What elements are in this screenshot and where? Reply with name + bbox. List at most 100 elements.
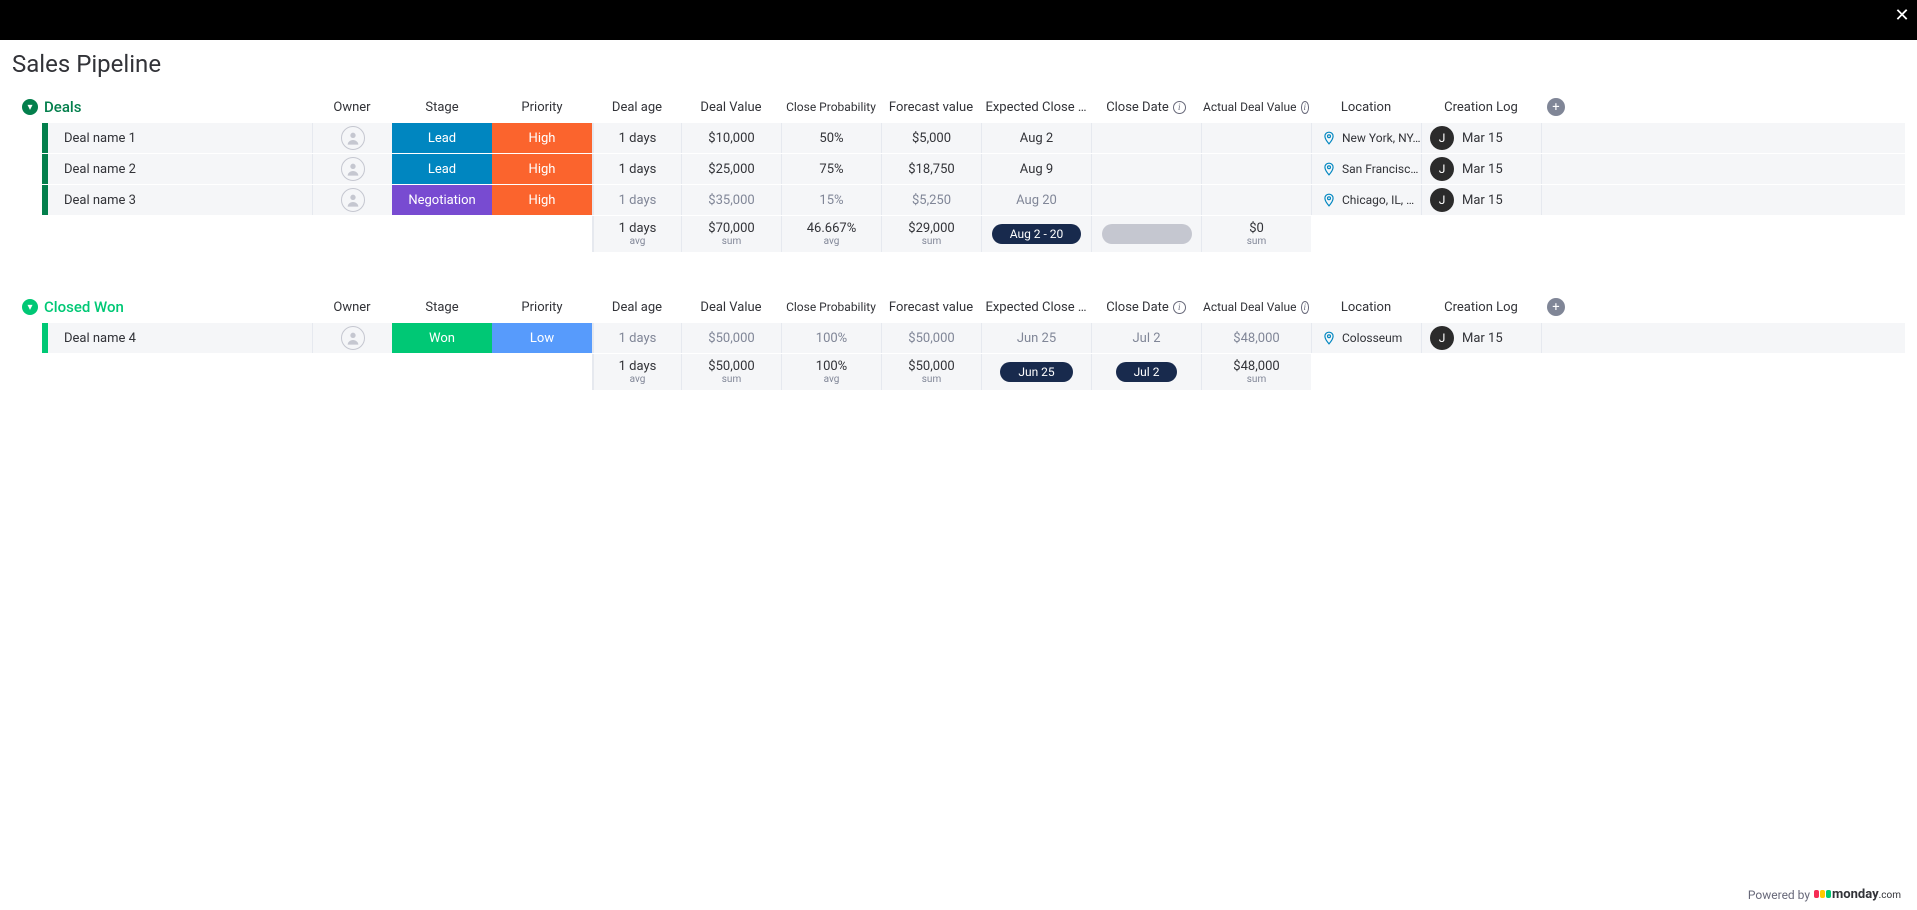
actual-value-cell[interactable]: $48,000 — [1201, 323, 1311, 353]
creation-log-cell[interactable]: JMar 15 — [1421, 154, 1541, 184]
monday-logo[interactable]: monday.com — [1814, 887, 1901, 902]
forecast-cell[interactable]: $18,750 — [881, 154, 981, 184]
close-date-cell[interactable] — [1091, 154, 1201, 184]
forecast-cell[interactable]: $50,000 — [881, 323, 981, 353]
close-date-cell[interactable] — [1091, 123, 1201, 153]
deal-age-cell[interactable]: 1 days — [593, 323, 681, 353]
close-prob-cell[interactable]: 15% — [781, 185, 881, 215]
close-date-cell[interactable]: Jul 2 — [1091, 323, 1201, 353]
priority-cell[interactable]: High — [492, 154, 592, 184]
col-header-priority[interactable]: Priority — [492, 96, 592, 119]
add-column-button[interactable]: + — [1541, 298, 1571, 316]
table-row[interactable]: Deal name 4 Won Low 1 days $50,000 100% … — [12, 323, 1905, 353]
col-header-deal-age[interactable]: Deal age — [593, 296, 681, 319]
priority-cell[interactable]: High — [492, 123, 592, 153]
expected-close-cell[interactable]: Aug 20 — [981, 185, 1091, 215]
expected-close-cell[interactable]: Aug 9 — [981, 154, 1091, 184]
creation-log-cell[interactable]: JMar 15 — [1421, 323, 1541, 353]
col-header-close-prob[interactable]: Close Probability — [781, 96, 881, 118]
actual-value-cell[interactable] — [1201, 185, 1311, 215]
page-title: Sales Pipeline — [12, 50, 1905, 78]
col-header-actual-value[interactable]: Actual Deal Value i — [1201, 296, 1311, 318]
owner-cell[interactable] — [312, 185, 392, 215]
priority-cell[interactable]: High — [492, 185, 592, 215]
deal-value-cell[interactable]: $35,000 — [681, 185, 781, 215]
owner-avatar-placeholder[interactable] — [341, 326, 365, 350]
col-header-close-date[interactable]: Close Date i — [1091, 96, 1201, 119]
owner-avatar-placeholder[interactable] — [341, 157, 365, 181]
col-header-location[interactable]: Location — [1311, 96, 1421, 119]
actual-value-cell[interactable] — [1201, 154, 1311, 184]
creation-log-cell[interactable]: JMar 15 — [1421, 185, 1541, 215]
deal-age-cell[interactable]: 1 days — [593, 123, 681, 153]
actual-value-cell[interactable] — [1201, 123, 1311, 153]
col-header-close-date[interactable]: Close Date i — [1091, 296, 1201, 319]
deal-name-cell[interactable]: Deal name 2 — [42, 154, 312, 184]
col-header-stage[interactable]: Stage — [392, 296, 492, 319]
location-cell[interactable]: Chicago, IL, USA — [1311, 185, 1421, 215]
col-header-deal-age[interactable]: Deal age — [593, 96, 681, 119]
location-cell[interactable]: New York, NY, USA — [1311, 123, 1421, 153]
group-title[interactable]: Closed Won — [44, 298, 124, 316]
deal-name-cell[interactable]: Deal name 3 — [42, 185, 312, 215]
user-avatar: J — [1430, 126, 1454, 150]
deal-value-cell[interactable]: $25,000 — [681, 154, 781, 184]
deal-value-cell[interactable]: $50,000 — [681, 323, 781, 353]
row-end-spacer — [1541, 323, 1571, 353]
col-header-stage[interactable]: Stage — [392, 96, 492, 119]
deal-value-cell[interactable]: $10,000 — [681, 123, 781, 153]
expected-close-cell[interactable]: Aug 2 — [981, 123, 1091, 153]
col-header-deal-value[interactable]: Deal Value — [681, 296, 781, 319]
col-header-deal-value[interactable]: Deal Value — [681, 96, 781, 119]
location-cell[interactable]: San Francisco, … — [1311, 154, 1421, 184]
add-column-button[interactable]: + — [1541, 98, 1571, 116]
col-header-forecast[interactable]: Forecast value — [881, 96, 981, 119]
actual-value-info-icon[interactable]: i — [1301, 101, 1309, 114]
close-button[interactable]: ✕ — [1887, 0, 1917, 30]
creation-log-cell[interactable]: JMar 15 — [1421, 123, 1541, 153]
stage-cell[interactable]: Won — [392, 323, 492, 353]
close-date-info-icon[interactable]: i — [1173, 301, 1186, 314]
owner-cell[interactable] — [312, 154, 392, 184]
close-date-info-icon[interactable]: i — [1173, 101, 1186, 114]
stage-cell[interactable]: Negotiation — [392, 185, 492, 215]
col-header-creation-log[interactable]: Creation Log — [1421, 296, 1541, 319]
col-header-location[interactable]: Location — [1311, 296, 1421, 319]
owner-avatar-placeholder[interactable] — [341, 126, 365, 150]
col-header-actual-value[interactable]: Actual Deal Value i — [1201, 96, 1311, 118]
table-row[interactable]: Deal name 3 Negotiation High 1 days $35,… — [12, 185, 1905, 215]
location-cell[interactable]: Colosseum — [1311, 323, 1421, 353]
col-header-expected-close[interactable]: Expected Close … — [981, 296, 1091, 319]
actual-value-info-icon[interactable]: i — [1301, 301, 1309, 314]
close-prob-cell[interactable]: 50% — [781, 123, 881, 153]
owner-cell[interactable] — [312, 123, 392, 153]
deal-name-cell[interactable]: Deal name 4 — [42, 323, 312, 353]
owner-avatar-placeholder[interactable] — [341, 188, 365, 212]
close-prob-cell[interactable]: 100% — [781, 323, 881, 353]
col-header-creation-log[interactable]: Creation Log — [1421, 96, 1541, 119]
expected-close-cell[interactable]: Jun 25 — [981, 323, 1091, 353]
col-header-expected-close[interactable]: Expected Close … — [981, 96, 1091, 119]
col-header-close-prob[interactable]: Close Probability — [781, 296, 881, 318]
group-title[interactable]: Deals — [44, 98, 81, 116]
table-row[interactable]: Deal name 1 Lead High 1 days $10,000 50%… — [12, 123, 1905, 153]
deal-age-cell[interactable]: 1 days — [593, 154, 681, 184]
forecast-cell[interactable]: $5,250 — [881, 185, 981, 215]
group-collapse-toggle[interactable]: ▾ — [22, 99, 38, 115]
close-date-cell[interactable] — [1091, 185, 1201, 215]
deal-name-cell[interactable]: Deal name 1 — [42, 123, 312, 153]
close-prob-cell[interactable]: 75% — [781, 154, 881, 184]
owner-cell[interactable] — [312, 323, 392, 353]
col-header-forecast[interactable]: Forecast value — [881, 296, 981, 319]
priority-cell[interactable]: Low — [492, 323, 592, 353]
col-header-priority[interactable]: Priority — [492, 296, 592, 319]
group-collapse-toggle[interactable]: ▾ — [22, 299, 38, 315]
col-header-owner[interactable]: Owner — [312, 96, 392, 119]
summary-prob: 46.667%avg — [781, 216, 881, 252]
table-row[interactable]: Deal name 2 Lead High 1 days $25,000 75%… — [12, 154, 1905, 184]
stage-cell[interactable]: Lead — [392, 123, 492, 153]
col-header-owner[interactable]: Owner — [312, 296, 392, 319]
forecast-cell[interactable]: $5,000 — [881, 123, 981, 153]
deal-age-cell[interactable]: 1 days — [593, 185, 681, 215]
stage-cell[interactable]: Lead — [392, 154, 492, 184]
